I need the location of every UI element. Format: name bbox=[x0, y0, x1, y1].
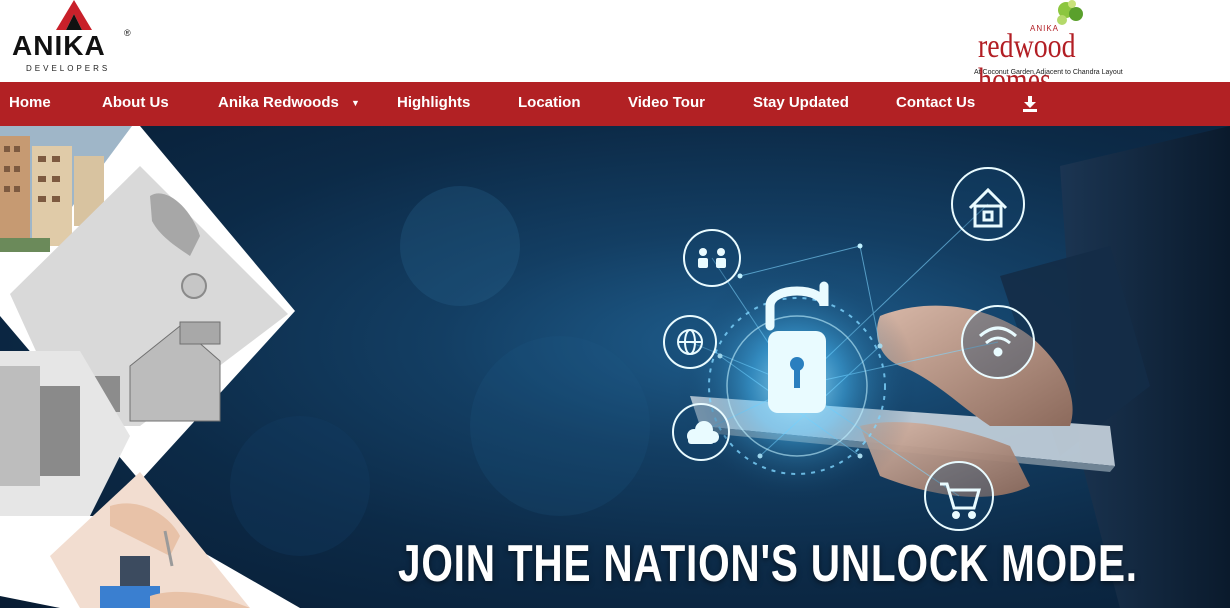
hero-headline: JOIN THE NATION'S UNLOCK MODE. bbox=[398, 535, 1138, 593]
download-icon[interactable] bbox=[1023, 83, 1037, 127]
home-icon-ring bbox=[951, 167, 1025, 241]
nav-item-home[interactable]: Home bbox=[9, 82, 51, 126]
nav-item-contact-us[interactable]: Contact Us bbox=[896, 82, 975, 126]
cart-icon-ring bbox=[924, 461, 994, 531]
logo-brand-text: ANIKA bbox=[12, 30, 106, 61]
logo-mark-icon bbox=[56, 0, 92, 30]
logo-tagline: At Coconut Garden,Adjacent to Chandra La… bbox=[974, 69, 1123, 76]
anika-developers-logo[interactable]: ANIKA ® DEVELOPERS bbox=[10, 0, 140, 78]
nav-item-highlights[interactable]: Highlights bbox=[397, 82, 470, 126]
logo-subtitle: DEVELOPERS bbox=[26, 64, 111, 73]
people-icon-ring bbox=[683, 229, 741, 287]
nav-item-anika-redwoods-label: Anika Redwoods bbox=[218, 94, 339, 111]
nav-item-stay-updated[interactable]: Stay Updated bbox=[753, 82, 849, 126]
nav-item-video-tour[interactable]: Video Tour bbox=[628, 82, 705, 126]
wifi-icon-ring bbox=[961, 305, 1035, 379]
nav-item-anika-redwoods[interactable]: Anika Redwoods ▼ bbox=[218, 82, 360, 126]
site-header: ANIKA ® DEVELOPERS ANIKA redwood homes A… bbox=[0, 0, 1230, 98]
nav-item-location[interactable]: Location bbox=[518, 82, 581, 126]
main-nav: Home About Us Anika Redwoods ▼ Highlight… bbox=[0, 82, 1230, 126]
registered-mark: ® bbox=[124, 28, 131, 38]
redwood-homes-logo[interactable]: ANIKA redwood homes At Coconut Garden,Ad… bbox=[972, 0, 1152, 98]
chevron-down-icon: ▼ bbox=[351, 98, 360, 109]
nav-item-about-us[interactable]: About Us bbox=[102, 82, 169, 126]
hero-banner: JOIN THE NATION'S UNLOCK MODE. bbox=[0, 126, 1230, 608]
